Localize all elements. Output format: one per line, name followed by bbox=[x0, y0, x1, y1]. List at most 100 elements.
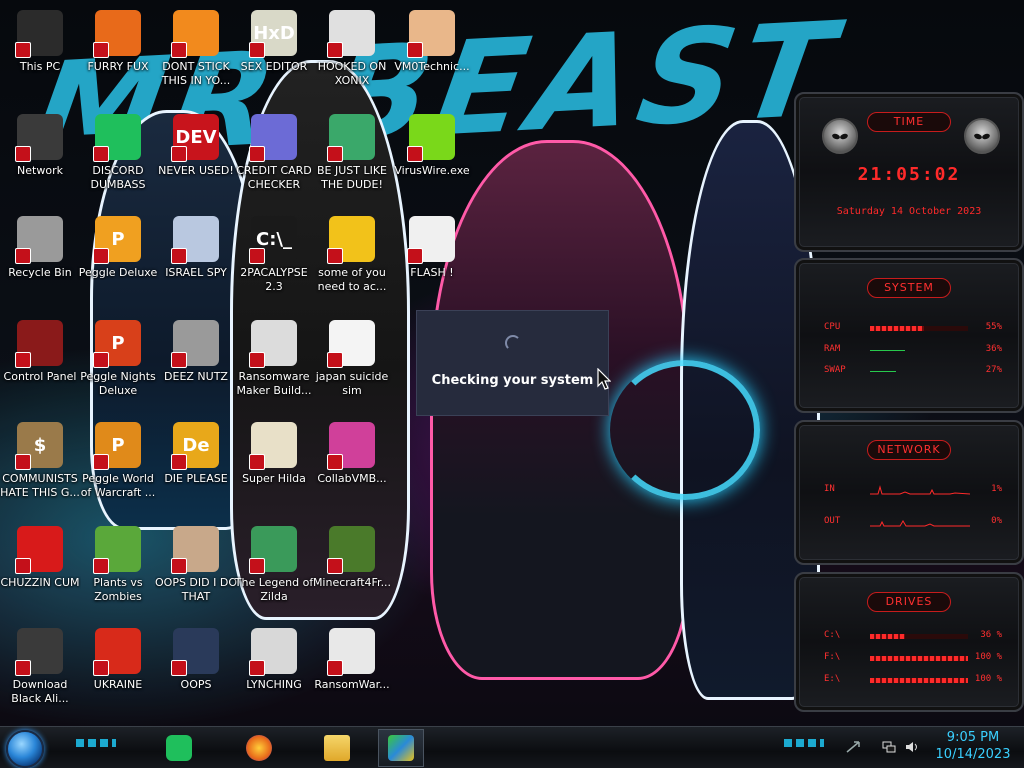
desktop-icon-label: DONT STICK THIS IN YO... bbox=[161, 60, 231, 87]
wallpaper-glow-ring bbox=[610, 360, 760, 500]
tray-clock[interactable]: 9:05 PM 10/14/2023 bbox=[930, 729, 1016, 763]
desktop-icon-label: ISRAEL SPY bbox=[165, 266, 227, 279]
desktop-icon-control-panel[interactable]: Control Panel bbox=[0, 314, 80, 414]
chuzzin-cum-icon bbox=[15, 526, 63, 574]
desktop-icon-peggle-nights[interactable]: P Peggle Nights Deluxe bbox=[78, 314, 158, 414]
volume-icon[interactable] bbox=[905, 741, 919, 753]
gadget-date: Saturday 14 October 2023 bbox=[836, 206, 982, 217]
this-pc-icon bbox=[15, 10, 63, 58]
desktop-icon-discord-dumbass[interactable]: DISCORD DUMBASS bbox=[78, 108, 158, 208]
desktop-icon-some-of-you[interactable]: some of you need to ac... bbox=[312, 210, 392, 310]
control-panel-icon bbox=[15, 320, 63, 368]
desktop-icon-oops-did-i[interactable]: OOPS DID I DO THAT bbox=[155, 520, 237, 620]
desktop-icon-2pacalypse[interactable]: C:\_ 2PACALYPSE 2.3 bbox=[234, 210, 314, 310]
time-gadget[interactable]: TIME 21:05:02 Saturday 14 October 2023 bbox=[794, 92, 1024, 252]
desktop-icon-ukraine[interactable]: UKRAINE bbox=[78, 622, 158, 722]
row-label: OUT bbox=[824, 516, 841, 526]
taskbar-bluestacks-button[interactable] bbox=[378, 729, 424, 767]
desktop-icon-minecraft4fr[interactable]: Minecraft4Fr... bbox=[312, 520, 392, 620]
desktop-icon-lynching[interactable]: LYNCHING bbox=[234, 622, 314, 722]
desktop-icon-be-just-like[interactable]: BE JUST LIKE THE DUDE! bbox=[312, 108, 392, 208]
desktop-icon-download-black-ali[interactable]: Download Black Ali... bbox=[0, 622, 80, 722]
desktop-icon-label: 2PACALYPSE 2.3 bbox=[240, 266, 308, 293]
desktop-icon-network[interactable]: Network bbox=[0, 108, 80, 208]
network-gadget[interactable]: NETWORK IN 1% OUT 0% bbox=[794, 420, 1024, 565]
row-label: RAM bbox=[824, 344, 841, 354]
checking-system-text: Checking your system bbox=[431, 373, 594, 388]
desktop-icon-israel-spy[interactable]: ISRAEL SPY bbox=[156, 210, 236, 310]
taskbar-discord-button[interactable] bbox=[156, 729, 202, 767]
swap-bar bbox=[870, 369, 968, 374]
desktop-icon-label: UKRAINE bbox=[93, 678, 143, 691]
communists-icon: $ bbox=[15, 422, 63, 470]
desktop-icon-label: The Legend of Zilda bbox=[234, 576, 314, 603]
desktop-icon-ransomwar[interactable]: RansomWar... bbox=[312, 622, 392, 722]
desktop-icon-deez-nutz[interactable]: DEEZ NUTZ bbox=[156, 314, 236, 414]
desktop-icon-plants-vs-zombies[interactable]: Plants vs Zombies bbox=[78, 520, 158, 620]
die-please-icon: De bbox=[171, 422, 219, 470]
desktop-icon-recycle-bin[interactable]: Recycle Bin bbox=[0, 210, 80, 310]
start-button[interactable] bbox=[6, 730, 44, 768]
cpu-bar bbox=[870, 326, 968, 331]
ransomware-maker-icon bbox=[249, 320, 297, 368]
taskbar-firefox-button[interactable] bbox=[236, 729, 282, 767]
desktop-icon-label: Control Panel bbox=[3, 370, 77, 383]
viruswire-icon bbox=[407, 114, 455, 162]
drive-f-bar bbox=[870, 656, 968, 661]
system-gadget[interactable]: SYSTEM CPU 55% RAM 36% SWAP 27% bbox=[794, 258, 1024, 413]
israel-spy-icon bbox=[171, 216, 219, 264]
download-black-ali-icon bbox=[15, 628, 63, 676]
taskbar: 9:05 PM 10/14/2023 bbox=[0, 726, 1024, 768]
row-label: E:\ bbox=[824, 674, 841, 684]
drives-gadget[interactable]: DRIVES C:\ 36 % F:\ 100 % E:\ 100 % bbox=[794, 572, 1024, 712]
desktop-icon-never-used[interactable]: DEV NEVER USED! bbox=[156, 108, 236, 208]
desktop-icon-legend-of-zilda[interactable]: The Legend of Zilda bbox=[234, 520, 314, 620]
desktop-icon-label: Plants vs Zombies bbox=[93, 576, 143, 603]
desktop-icon-peggle-world[interactable]: P Peggle World of Warcraft ... bbox=[78, 416, 158, 516]
desktop-icon-communists[interactable]: $ COMMUNISTS HATE THIS G... bbox=[0, 416, 80, 516]
desktop-icon-label: OOPS DID I DO THAT bbox=[155, 576, 237, 603]
desktop-icon-collabvmb[interactable]: CollabVMB... bbox=[312, 416, 392, 516]
desktop-icon-super-hilda[interactable]: Super Hilda bbox=[234, 416, 314, 516]
desktop-icon-label: FLASH ! bbox=[410, 266, 454, 279]
sex-editor-icon: HxD bbox=[249, 10, 297, 58]
desktop-icon-label: Network bbox=[17, 164, 63, 177]
row-value: 100 % bbox=[974, 674, 1002, 684]
system-row-swap: SWAP 27% bbox=[824, 365, 1002, 379]
desktop-icon-this-pc[interactable]: This PC bbox=[0, 4, 80, 104]
peggle-deluxe-icon: P bbox=[93, 216, 141, 264]
desktop-icon-label: BE JUST LIKE THE DUDE! bbox=[316, 164, 388, 191]
desktop-icon-dont-stick[interactable]: DONT STICK THIS IN YO... bbox=[156, 4, 236, 104]
desktop-icon-peggle-deluxe[interactable]: P Peggle Deluxe bbox=[78, 210, 158, 310]
oops-did-i-icon bbox=[171, 526, 219, 574]
japan-suicide-icon bbox=[327, 320, 375, 368]
desktop-icon-label: This PC bbox=[19, 60, 61, 73]
desktop-icon-label: Peggle Nights Deluxe bbox=[80, 370, 156, 397]
desktop-icon-credit-card[interactable]: CREDIT CARD CHECKER bbox=[234, 108, 314, 208]
desktop-icon-japan-suicide[interactable]: japan suicide sim bbox=[312, 314, 392, 414]
desktop-icon-label: VirusWire.exe bbox=[394, 164, 470, 177]
network-in-graph bbox=[870, 485, 970, 495]
network-icon bbox=[15, 114, 63, 162]
desktop-icon-die-please[interactable]: De DIE PLEASE bbox=[156, 416, 236, 516]
vm0technic-icon bbox=[407, 10, 455, 58]
mouse-cursor-icon bbox=[597, 368, 611, 390]
desktop-icon-oops[interactable]: OOPS bbox=[156, 622, 236, 722]
desktop-icon-sex-editor[interactable]: HxD SEX EDITOR bbox=[234, 4, 314, 104]
tray-arrow-icon[interactable] bbox=[846, 741, 860, 753]
desktop-icon-furry-fux[interactable]: FURRY FUX bbox=[78, 4, 158, 104]
desktop-icon-flash[interactable]: FLASH ! bbox=[392, 210, 472, 310]
desktop-icon-hooked-on-xonix[interactable]: HOOKED ON XONIX bbox=[312, 4, 392, 104]
recycle-bin-icon bbox=[15, 216, 63, 264]
drive-row-c: C:\ 36 % bbox=[824, 630, 1002, 644]
taskbar-explorer-button[interactable] bbox=[314, 729, 360, 767]
desktop-icon-ransomware-maker[interactable]: Ransomware Maker Build... bbox=[234, 314, 314, 414]
2pacalypse-icon: C:\_ bbox=[249, 216, 297, 264]
desktop-icon-chuzzin-cum[interactable]: CHUZZIN CUM bbox=[0, 520, 80, 620]
row-value: 36% bbox=[985, 344, 1002, 354]
desktop-icon-viruswire[interactable]: VirusWire.exe bbox=[392, 108, 472, 208]
desktop-icon-vm0technic[interactable]: VM0Technic... bbox=[392, 4, 472, 104]
network-tray-icon[interactable] bbox=[882, 741, 896, 753]
desktop-icon-label: CHUZZIN CUM bbox=[0, 576, 80, 589]
hooked-on-xonix-icon bbox=[327, 10, 375, 58]
